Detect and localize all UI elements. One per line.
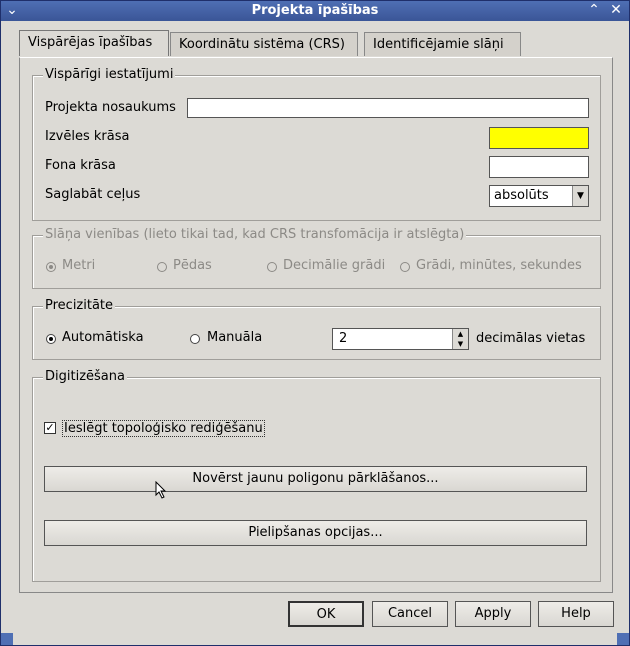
cancel-button[interactable]: Cancel [372, 601, 448, 627]
general-settings-group: Vispārīgi iestatījumi Projekta nosaukums… [32, 67, 601, 221]
layer-units-legend: Slāņa vienības (lieto tikai tad, kad CRS… [43, 227, 467, 242]
minimize-icon[interactable]: ⌃ [585, 2, 603, 19]
background-color-label: Fona krāsa [45, 158, 116, 173]
digitizing-legend: Digitizēšana [43, 369, 127, 384]
units-meters-label: Metri [62, 258, 96, 273]
avoid-overlaps-button[interactable]: Novērst jaunu poligonu pārklāšanos... [44, 466, 587, 492]
mouse-pointer-icon [155, 481, 167, 499]
digitizing-group: Digitizēšana ✓ Ieslēgt topoloģisko rediģ… [32, 369, 601, 582]
precision-manual-label: Manuāla [207, 330, 263, 345]
resize-handle-left[interactable] [1, 633, 13, 645]
tab-general[interactable]: Vispārējas īpašības [19, 30, 169, 56]
precision-decimals-value: 2 [339, 331, 348, 346]
background-color-button[interactable] [489, 156, 589, 178]
precision-auto-label: Automātiska [62, 330, 144, 345]
title-bar[interactable]: ⌄ Projekta īpašības ⌃ ✕ [1, 1, 629, 21]
precision-manual-radio[interactable] [190, 334, 200, 344]
window-title: Projekta īpašības [251, 3, 379, 18]
precision-decimals-suffix: decimālas vietas [476, 331, 586, 346]
units-meters-radio[interactable] [46, 262, 56, 272]
precision-auto-radio[interactable] [46, 334, 56, 344]
save-paths-label: Saglabāt ceļus [45, 187, 141, 202]
selection-color-button[interactable] [489, 127, 589, 149]
units-feet-label: Pēdas [173, 258, 212, 273]
tab-crs[interactable]: Koordinātu sistēma (CRS) [170, 32, 358, 56]
save-paths-select[interactable]: absolūts ▼ [489, 185, 589, 207]
apply-button[interactable]: Apply [455, 601, 531, 627]
tab-panel-general: Vispārīgi iestatījumi Projekta nosaukums… [19, 57, 613, 593]
close-icon[interactable]: ✕ [607, 2, 625, 19]
units-decimal-degrees-radio[interactable] [267, 262, 277, 272]
chevron-down-icon[interactable]: ▼ [572, 186, 588, 206]
snapping-options-button[interactable]: Pielipšanas opcijas... [44, 520, 587, 546]
layer-units-group: Slāņa vienības (lieto tikai tad, kad CRS… [32, 227, 601, 289]
topology-editing-label[interactable]: Ieslēgt topoloģisko rediģēšanu [62, 420, 265, 437]
spinner-arrows-icon[interactable]: ▲ ▼ [452, 329, 468, 349]
precision-decimals-spinbox[interactable]: 2 ▲ ▼ [332, 328, 469, 350]
precision-group: Precizitāte Automātiska Manuāla 2 ▲ ▼ dec… [32, 298, 601, 360]
tab-identifiable-layers[interactable]: Identificējamie slāņi [364, 32, 521, 56]
ok-button[interactable]: OK [288, 601, 364, 627]
save-paths-value: absolūts [494, 188, 549, 203]
resize-handle-right[interactable] [617, 633, 629, 645]
project-name-label: Projekta nosaukums [45, 100, 176, 115]
units-decimal-degrees-label: Decimālie grādi [283, 258, 386, 273]
project-properties-window: ⌄ Projekta īpašības ⌃ ✕ Vispārējas īpašī… [0, 0, 630, 646]
selection-color-label: Izvēles krāsa [45, 129, 130, 144]
units-dms-radio[interactable] [400, 262, 410, 272]
help-button[interactable]: Help [538, 601, 614, 627]
general-settings-legend: Vispārīgi iestatījumi [43, 67, 176, 82]
precision-legend: Precizitāte [43, 298, 116, 313]
units-dms-label: Grādi, minūtes, sekundes [416, 258, 582, 273]
units-feet-radio[interactable] [157, 262, 167, 272]
topology-editing-checkbox[interactable]: ✓ [44, 422, 56, 434]
project-name-input[interactable] [187, 98, 589, 118]
